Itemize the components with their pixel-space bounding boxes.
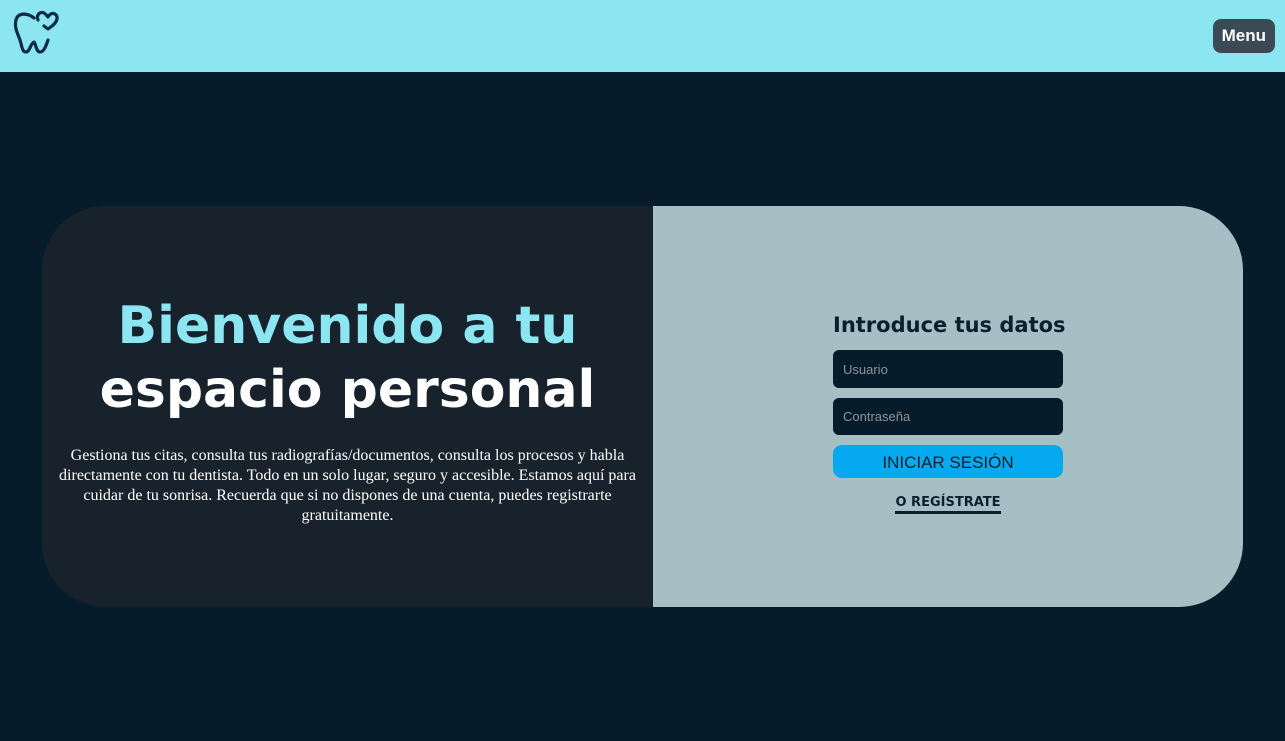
register-link[interactable]: O REGÍSTRATE <box>895 495 1001 514</box>
login-form: Introduce tus datos INICIAR SESIÓN O REG… <box>833 310 1066 514</box>
welcome-title-line1: Bienvenido a tu <box>117 296 578 356</box>
login-button[interactable]: INICIAR SESIÓN <box>833 445 1063 478</box>
username-input[interactable] <box>833 350 1063 388</box>
welcome-title: Bienvenido a tu espacio personal <box>100 294 596 422</box>
login-panel: Introduce tus datos INICIAR SESIÓN O REG… <box>653 206 1243 607</box>
password-input[interactable] <box>833 398 1063 435</box>
login-form-title: Introduce tus datos <box>833 313 1066 337</box>
welcome-description: Gestiona tus citas, consulta tus radiogr… <box>59 447 636 524</box>
login-card: Bienvenido a tu espacio personal Gestion… <box>42 206 1243 607</box>
welcome-title-line2: espacio personal <box>99 360 596 420</box>
menu-button[interactable]: Menu <box>1212 19 1275 53</box>
top-nav-bar: Menu <box>0 0 1285 72</box>
welcome-panel: Bienvenido a tu espacio personal Gestion… <box>42 206 653 607</box>
tooth-heart-icon[interactable] <box>12 8 60 56</box>
